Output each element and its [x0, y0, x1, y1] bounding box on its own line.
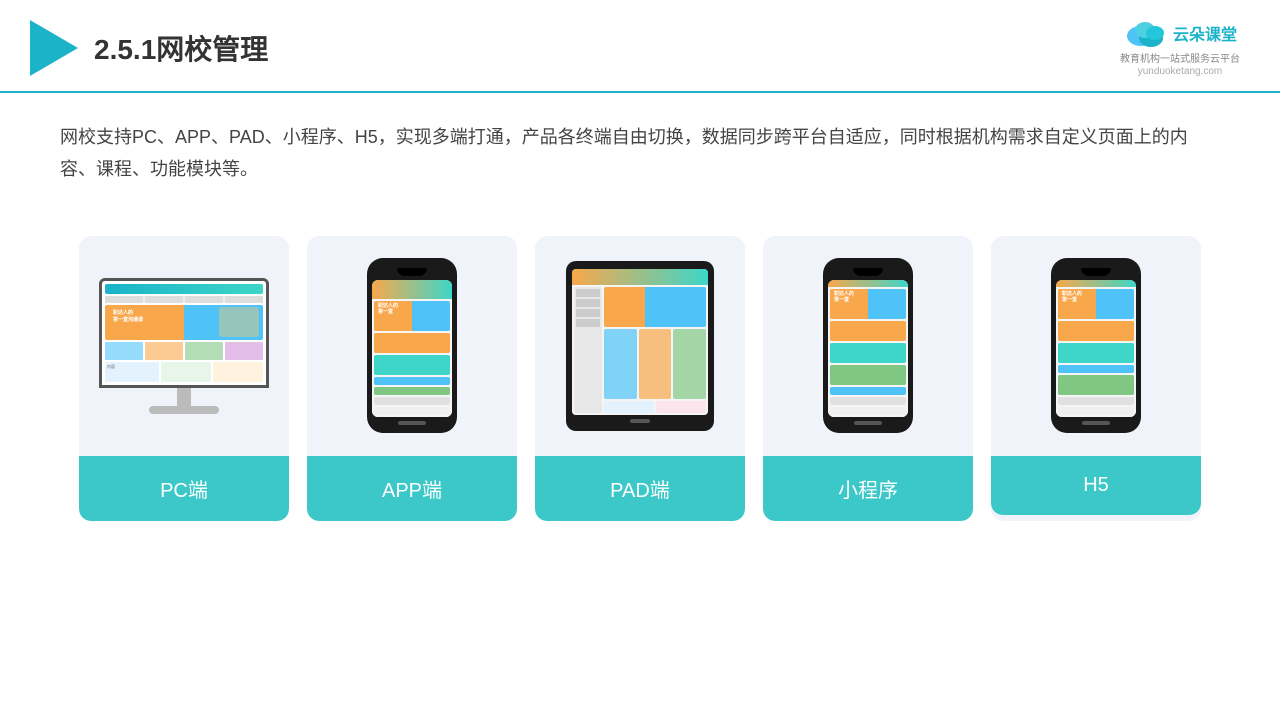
phone-screen-header-h5: [1056, 280, 1136, 287]
screen-header-bar: [105, 284, 263, 294]
phone-body-h5: 职达人的第一堂: [1051, 258, 1141, 433]
miniprogram-image-area: 职达人的第一堂: [763, 236, 973, 456]
page-header: 2.5.1网校管理 云朵课堂 教育机构一站式服务云平台 yunduoketang…: [0, 0, 1280, 93]
monitor-screen: 职达人的第一堂沟通课 内容: [99, 278, 269, 388]
h5-label: H5: [991, 456, 1201, 515]
screen-nav: [105, 296, 263, 303]
phone-home-mini: [854, 421, 882, 425]
header-left: 2.5.1网校管理: [30, 20, 268, 76]
tablet-sidebar: [574, 287, 602, 413]
phone-screen-body-mini: 职达人的第一堂: [828, 287, 908, 417]
tablet-main-cards: [604, 329, 706, 399]
cards-container: 职达人的第一堂沟通课 内容: [0, 206, 1280, 541]
tablet-sidebar-item: [576, 319, 600, 327]
tablet-body: [566, 261, 714, 431]
pc-monitor: 职达人的第一堂沟通课 内容: [99, 278, 269, 414]
phone-mockup-h5: 职达人的第一堂: [1051, 258, 1141, 433]
pc-label: PC端: [79, 456, 289, 521]
pad-card: PAD端: [535, 236, 745, 521]
screen-cards: [105, 342, 263, 360]
description-text: 网校支持PC、APP、PAD、小程序、H5，实现多端打通，产品各终端自由切换，数…: [0, 93, 1280, 196]
phone-body-app: 职达人的第一堂: [367, 258, 457, 433]
tablet-card: [639, 329, 672, 399]
phone-screen-body-app: 职达人的第一堂: [372, 299, 452, 417]
logo-triangle-icon: [30, 20, 78, 76]
phone-mockup-mini: 职达人的第一堂: [823, 258, 913, 433]
page-title: 2.5.1网校管理: [94, 28, 268, 68]
brand-area: 云朵课堂 教育机构一站式服务云平台 yunduoketang.com: [1120, 18, 1240, 77]
cloud-icon: [1123, 18, 1167, 48]
tablet-main-top: [604, 287, 706, 327]
screen-content: 职达人的第一堂沟通课 内容: [102, 281, 266, 385]
app-label: APP端: [307, 456, 517, 521]
phone-screen-header-mini: [828, 280, 908, 287]
h5-image-area: 职达人的第一堂: [991, 236, 1201, 456]
brand-name: 云朵课堂: [1173, 21, 1237, 45]
tablet-home-btn: [630, 419, 650, 423]
phone-screen-app: 职达人的第一堂: [372, 280, 452, 417]
brand-url: yunduoketang.com: [1138, 66, 1223, 77]
phone-home-app: [398, 421, 426, 425]
tablet-mockup: [566, 261, 714, 431]
pad-image-area: [535, 236, 745, 456]
tablet-card: [604, 329, 637, 399]
tablet-main: [604, 287, 706, 413]
pc-card: 职达人的第一堂沟通课 内容: [79, 236, 289, 521]
phone-screen-header-app: [372, 280, 452, 299]
tablet-card: [673, 329, 706, 399]
phone-notch-app: [397, 268, 427, 276]
tablet-body-content: [572, 285, 708, 415]
phone-mockup-app: 职达人的第一堂: [367, 258, 457, 433]
monitor-neck: [177, 388, 191, 406]
phone-screen-h5: 职达人的第一堂: [1056, 280, 1136, 417]
screen-hero: 职达人的第一堂沟通课: [105, 305, 263, 340]
brand-logo: 云朵课堂: [1123, 18, 1237, 48]
monitor-base: [149, 406, 219, 414]
miniprogram-label: 小程序: [763, 456, 973, 521]
brand-slogan: 教育机构一站式服务云平台: [1120, 50, 1240, 65]
tablet-header: [572, 269, 708, 285]
phone-home-h5: [1082, 421, 1110, 425]
miniprogram-card: 职达人的第一堂 小程序: [763, 236, 973, 521]
tablet-sidebar-item: [576, 289, 600, 297]
tablet-sidebar-item: [576, 299, 600, 307]
tablet-screen: [572, 269, 708, 415]
app-card: 职达人的第一堂 APP端: [307, 236, 517, 521]
pc-image-area: 职达人的第一堂沟通课 内容: [79, 236, 289, 456]
phone-notch-mini: [853, 268, 883, 276]
tablet-sidebar-item: [576, 309, 600, 317]
phone-notch-h5: [1081, 268, 1111, 276]
phone-screen-body-h5: 职达人的第一堂: [1056, 287, 1136, 417]
phone-body-mini: 职达人的第一堂: [823, 258, 913, 433]
h5-card: 职达人的第一堂 H5: [991, 236, 1201, 521]
pad-label: PAD端: [535, 456, 745, 521]
phone-screen-mini: 职达人的第一堂: [828, 280, 908, 417]
app-image-area: 职达人的第一堂: [307, 236, 517, 456]
